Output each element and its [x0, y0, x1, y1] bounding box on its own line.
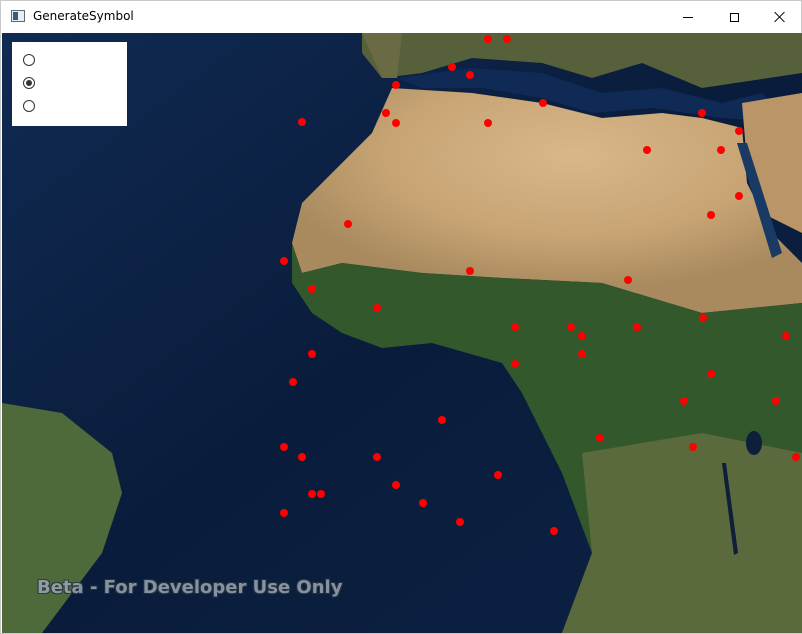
- map-marker[interactable]: [419, 499, 427, 507]
- map-marker[interactable]: [735, 127, 743, 135]
- map-marker[interactable]: [707, 211, 715, 219]
- map-marker[interactable]: [289, 378, 297, 386]
- map-marker[interactable]: [503, 35, 511, 43]
- symbol-option-radio-1[interactable]: [23, 54, 35, 66]
- map-marker[interactable]: [699, 314, 707, 322]
- map-marker[interactable]: [717, 146, 725, 154]
- maximize-icon: [729, 12, 739, 22]
- app-window: GenerateSymbol Beta - For Developer Use …: [0, 0, 802, 634]
- map-marker[interactable]: [392, 119, 400, 127]
- map-marker[interactable]: [772, 397, 780, 405]
- map-marker[interactable]: [456, 518, 464, 526]
- close-button[interactable]: [757, 1, 802, 33]
- map-marker[interactable]: [567, 323, 575, 331]
- map-marker[interactable]: [466, 71, 474, 79]
- developer-watermark: Beta - For Developer Use Only: [37, 577, 343, 598]
- map-marker[interactable]: [494, 471, 502, 479]
- map-marker[interactable]: [317, 490, 325, 498]
- map-marker[interactable]: [280, 509, 288, 517]
- map-marker[interactable]: [373, 304, 381, 312]
- map-marker[interactable]: [735, 192, 743, 200]
- map-marker[interactable]: [550, 527, 558, 535]
- map-marker[interactable]: [643, 146, 651, 154]
- minimize-icon: [683, 16, 693, 18]
- map-marker[interactable]: [298, 453, 306, 461]
- map-marker[interactable]: [484, 35, 492, 43]
- map-marker[interactable]: [578, 350, 586, 358]
- map-marker[interactable]: [308, 350, 316, 358]
- map-marker[interactable]: [344, 220, 352, 228]
- symbol-options-panel: [12, 42, 127, 126]
- map-marker[interactable]: [578, 332, 586, 340]
- map-marker[interactable]: [438, 416, 446, 424]
- map-marker[interactable]: [298, 118, 306, 126]
- map-marker[interactable]: [698, 109, 706, 117]
- map-marker[interactable]: [624, 276, 632, 284]
- map-marker[interactable]: [448, 63, 456, 71]
- map-marker[interactable]: [484, 119, 492, 127]
- title-bar[interactable]: GenerateSymbol: [1, 1, 801, 33]
- map-marker[interactable]: [308, 285, 316, 293]
- map-marker[interactable]: [280, 443, 288, 451]
- map-marker[interactable]: [382, 109, 390, 117]
- app-icon: [11, 10, 25, 22]
- map-marker[interactable]: [392, 81, 400, 89]
- window-title: GenerateSymbol: [33, 9, 134, 23]
- map-marker[interactable]: [539, 99, 547, 107]
- map-marker[interactable]: [373, 453, 381, 461]
- map-marker[interactable]: [511, 360, 519, 368]
- map-marker[interactable]: [392, 481, 400, 489]
- map-marker[interactable]: [466, 267, 474, 275]
- symbol-option-radio-2[interactable]: [23, 77, 35, 89]
- minimize-button[interactable]: [665, 1, 711, 33]
- map-marker[interactable]: [280, 257, 288, 265]
- map-marker[interactable]: [511, 323, 519, 331]
- map-marker[interactable]: [308, 490, 316, 498]
- map-marker[interactable]: [782, 332, 790, 340]
- map-marker[interactable]: [633, 323, 641, 331]
- map-marker[interactable]: [689, 443, 697, 451]
- map-marker[interactable]: [596, 434, 604, 442]
- map-marker[interactable]: [680, 397, 688, 405]
- close-icon: [774, 11, 786, 23]
- map-marker[interactable]: [792, 453, 800, 461]
- symbol-option-radio-3[interactable]: [23, 100, 35, 112]
- map-marker[interactable]: [707, 370, 715, 378]
- maximize-button[interactable]: [711, 1, 757, 33]
